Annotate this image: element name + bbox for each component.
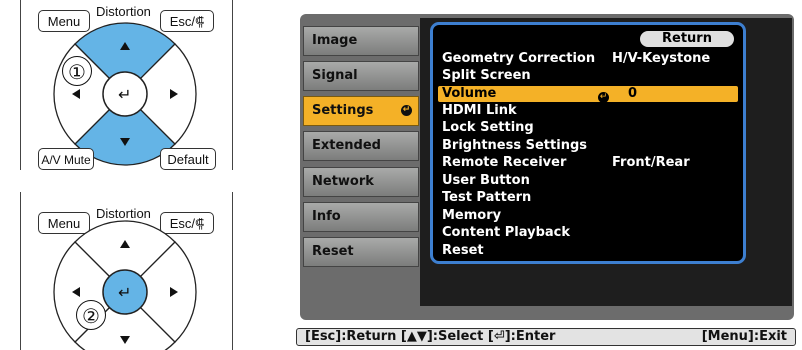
menu-item-remote-receiver[interactable]: Remote Receiver bbox=[442, 155, 566, 171]
tab-extended-label: Extended bbox=[312, 138, 381, 153]
menu-value-volume: 0 bbox=[628, 86, 638, 101]
tab-extended[interactable]: Extended bbox=[303, 131, 419, 161]
menu-value-geometry-correction: H/V-Keystone bbox=[612, 51, 711, 66]
divider-left-bottom bbox=[20, 192, 21, 350]
menu-item-hdmi-link[interactable]: HDMI Link bbox=[442, 103, 517, 119]
return-button[interactable]: Return bbox=[640, 31, 734, 47]
menu-item-volume[interactable]: Volume bbox=[442, 86, 496, 102]
menu-value-remote-receiver: Front/Rear bbox=[612, 155, 690, 170]
divider-left bbox=[20, 0, 21, 170]
menu-item-content-playback[interactable]: Content Playback bbox=[442, 225, 570, 241]
menu-item-geometry-correction[interactable]: Geometry Correction bbox=[442, 51, 595, 67]
menu-item-test-pattern[interactable]: Test Pattern bbox=[442, 190, 531, 206]
tab-signal[interactable]: Signal bbox=[303, 61, 419, 91]
tab-settings-label: Settings bbox=[312, 103, 374, 118]
tab-network-label: Network bbox=[312, 174, 374, 189]
menu-item-user-button[interactable]: User Button bbox=[442, 173, 530, 189]
svg-text:↵: ↵ bbox=[118, 85, 131, 104]
tab-image-label: Image bbox=[312, 33, 358, 48]
step-one-marker: ① bbox=[62, 56, 92, 86]
svg-text:↵: ↵ bbox=[118, 283, 131, 302]
distortion-label: Distortion bbox=[96, 4, 151, 19]
divider-right bbox=[232, 0, 233, 170]
menu-item-memory[interactable]: Memory bbox=[442, 208, 501, 224]
volume-enter-icon: ↵ bbox=[598, 92, 609, 103]
direction-pad-top[interactable]: ↵ bbox=[50, 20, 200, 168]
tab-info-label: Info bbox=[312, 209, 341, 224]
menu-item-reset[interactable]: Reset bbox=[442, 243, 484, 259]
default-button[interactable]: Default bbox=[160, 148, 216, 170]
enter-icon: ↵ bbox=[401, 105, 412, 116]
tab-image[interactable]: Image bbox=[303, 26, 419, 56]
menu-item-lock-setting[interactable]: Lock Setting bbox=[442, 120, 534, 136]
menu-item-split-screen[interactable]: Split Screen bbox=[442, 68, 531, 84]
step-two-marker: ② bbox=[76, 300, 106, 330]
tab-signal-label: Signal bbox=[312, 68, 358, 83]
tab-network[interactable]: Network bbox=[303, 167, 419, 197]
tab-info[interactable]: Info bbox=[303, 202, 419, 232]
menu-item-brightness-settings[interactable]: Brightness Settings bbox=[442, 138, 587, 154]
help-bar-left: [Esc]:Return [▲▼]:Select [⏎]:Enter bbox=[305, 329, 556, 344]
av-mute-button[interactable]: A/V Mute bbox=[38, 148, 94, 170]
help-bar-right: [Menu]:Exit bbox=[701, 329, 787, 344]
tab-reset[interactable]: Reset bbox=[303, 237, 419, 267]
direction-pad-bottom[interactable]: ↵ bbox=[50, 218, 200, 350]
tab-settings[interactable]: Settings ↵ bbox=[303, 96, 419, 126]
divider-right-bottom bbox=[232, 192, 233, 350]
help-bar: [Esc]:Return [▲▼]:Select [⏎]:Enter [Menu… bbox=[296, 328, 796, 346]
tab-reset-label: Reset bbox=[312, 244, 354, 259]
